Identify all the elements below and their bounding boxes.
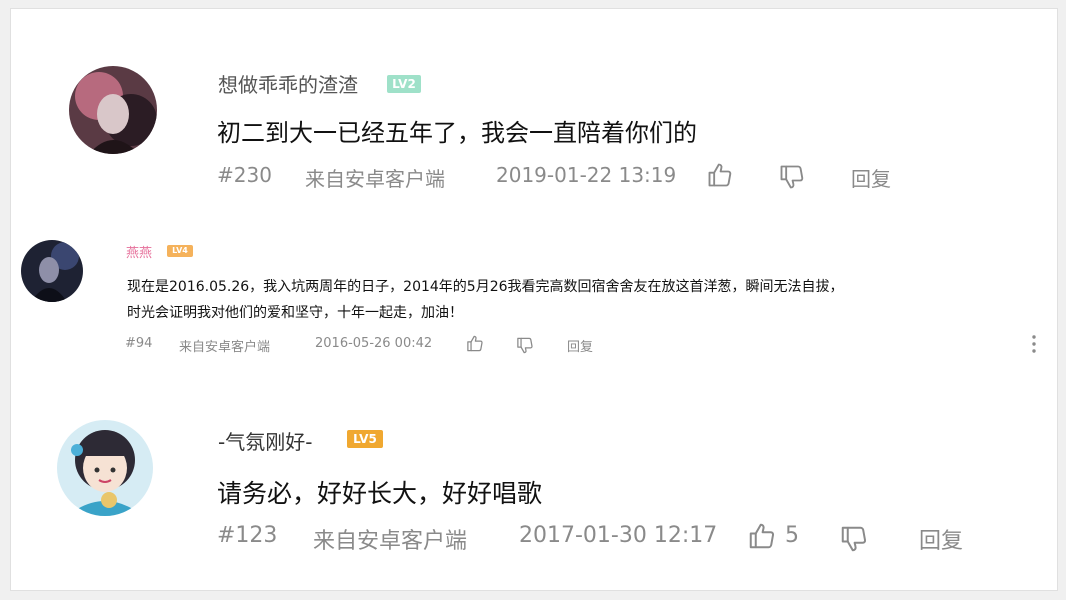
thumbs-up-icon[interactable] xyxy=(705,161,735,189)
floor-number: #94 xyxy=(125,336,153,351)
thumbs-down-icon[interactable] xyxy=(515,336,535,355)
floor-number: #230 xyxy=(217,163,272,187)
thumbs-up-icon[interactable] xyxy=(747,521,777,551)
comment-timestamp: 2019-01-22 13:19 xyxy=(496,163,677,187)
comment-source: 来自安卓客户端 xyxy=(179,340,271,355)
username[interactable]: 想做乖乖的渣渣 xyxy=(218,69,358,98)
comment-timestamp: 2017-01-30 12:17 xyxy=(519,523,718,548)
reply-button[interactable]: 回复 xyxy=(567,336,593,355)
comment-timestamp: 2016-05-26 00:42 xyxy=(315,336,433,351)
avatar[interactable] xyxy=(21,240,83,302)
comment-text-line: 时光会证明我对他们的爱和坚守，十年一起走，加油！ xyxy=(127,305,463,321)
comment-list: 想做乖乖的渣渣 LV2 初二到大一已经五年了，我会一直陪着你们的 #230 来自… xyxy=(10,8,1058,591)
more-vertical-icon[interactable] xyxy=(1030,334,1038,354)
username[interactable]: -气氛刚好- xyxy=(218,426,312,455)
level-badge: LV5 xyxy=(347,430,383,448)
comment-source: 来自安卓客户端 xyxy=(305,167,445,191)
comment-text: 请务必，好好长大，好好唱歌 xyxy=(217,479,543,508)
floor-number: #123 xyxy=(217,523,278,548)
avatar[interactable] xyxy=(69,66,157,154)
level-badge: LV2 xyxy=(387,75,421,93)
thumbs-down-icon[interactable] xyxy=(839,524,869,554)
avatar[interactable] xyxy=(57,420,153,516)
like-count: 5 xyxy=(785,523,799,548)
comment-source: 来自安卓客户端 xyxy=(313,529,468,554)
reply-button[interactable]: 回复 xyxy=(851,163,891,192)
comment-text: 初二到大一已经五年了，我会一直陪着你们的 xyxy=(217,119,697,147)
comment-text-line: 现在是2016.05.26，我入坑两周年的日子，2014年的5月26我看完高数回… xyxy=(127,279,844,295)
username[interactable]: 燕燕 xyxy=(126,242,152,261)
level-badge: LV4 xyxy=(167,245,193,257)
reply-button[interactable]: 回复 xyxy=(919,523,963,555)
thumbs-up-icon[interactable] xyxy=(465,334,485,353)
thumbs-down-icon[interactable] xyxy=(777,163,807,191)
